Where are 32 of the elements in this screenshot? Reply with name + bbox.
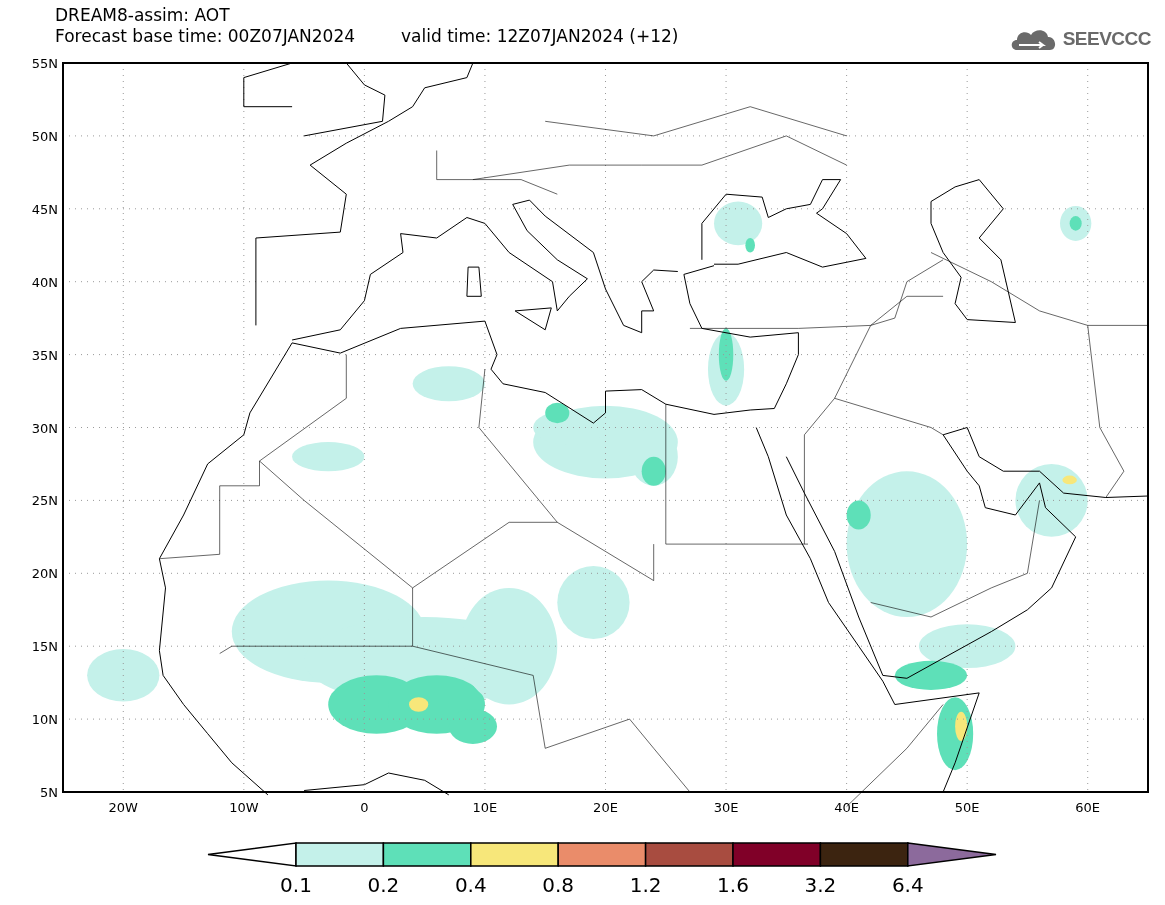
- valid-time-text: valid time: 12Z07JAN2024 (+12): [401, 26, 679, 47]
- longitude-label: 40E: [834, 800, 859, 815]
- longitude-label: 20W: [108, 800, 138, 815]
- latitude-label: 30N: [31, 420, 58, 436]
- latitude-label: 55N: [31, 56, 58, 71]
- longitude-label: 50E: [954, 800, 980, 815]
- colorbar-label: 0.8: [542, 873, 575, 897]
- latitude-label: 5N: [40, 785, 58, 800]
- longitude-label: 10E: [472, 800, 498, 815]
- longitude-label: 60E: [1075, 800, 1101, 815]
- latitude-label: 45N: [31, 201, 58, 217]
- base-time-text: Forecast base time: 00Z07JAN2024: [55, 26, 356, 47]
- latitude-label: 35N: [31, 347, 58, 363]
- logo-text: SEEVCCC: [1062, 28, 1151, 50]
- latitude-label: 40N: [31, 274, 58, 290]
- longitude-label: 0: [360, 800, 369, 815]
- latitude-label: 50N: [31, 128, 58, 144]
- longitude-label: 30E: [713, 800, 739, 815]
- colorbar-label: 3.2: [804, 873, 837, 897]
- colorbar-label: 1.6: [717, 873, 749, 897]
- longitude-label: 20E: [593, 800, 618, 815]
- colorbar-label: 0.4: [454, 873, 487, 897]
- latitude-label: 20N: [31, 566, 58, 582]
- latitude-label: 10N: [31, 712, 58, 728]
- colorbar-label: 0.1: [280, 873, 312, 897]
- latitude-label: 25N: [31, 493, 58, 509]
- latitude-label: 15N: [31, 639, 58, 655]
- colorbar-label: 0.2: [367, 873, 400, 897]
- colorbar-label: 1.2: [629, 873, 662, 897]
- colorbar-label: 6.4: [891, 873, 924, 897]
- longitude-label: 10W: [229, 800, 259, 815]
- chart-title: DREAM8-assim: AOT: [55, 5, 231, 26]
